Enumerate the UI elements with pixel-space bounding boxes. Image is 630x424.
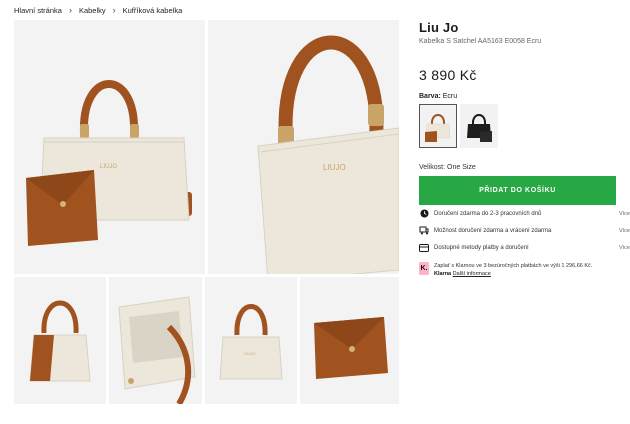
feature-delivery-text: Doručení zdarma do 2-3 pracovních dnů bbox=[434, 210, 542, 217]
return-icon bbox=[419, 226, 429, 236]
bag-logo: LIUJO bbox=[100, 164, 117, 170]
klarna-more-link[interactable]: Další informace bbox=[453, 271, 491, 277]
add-to-cart-button[interactable]: PŘIDAT DO KOŠÍKU bbox=[419, 176, 616, 205]
product-image-closeup[interactable]: LIUJO bbox=[208, 20, 399, 274]
size-row: Velikost: One Size bbox=[419, 164, 630, 171]
color-swatches bbox=[419, 104, 630, 148]
breadcrumb-handbags[interactable]: Kabelky bbox=[79, 6, 106, 15]
wallet-image bbox=[314, 317, 388, 379]
swatch-ecru-image bbox=[425, 114, 451, 142]
feature-returns-text: Možnost doručení zdarma a vrácení zdarma bbox=[434, 227, 552, 234]
klarna-brand: Klarna bbox=[434, 271, 452, 277]
size-label: Velikost: bbox=[419, 164, 446, 171]
product-thumbnail-back[interactable]: LIUJO bbox=[205, 277, 297, 404]
breadcrumb: Hlavní stránka › Kabelky › Kufříková kab… bbox=[14, 3, 182, 17]
product-price: 3 890 Kč bbox=[419, 67, 477, 83]
chevron-right-icon: › bbox=[68, 4, 72, 15]
feature-delivery: Doručení zdarma do 2-3 pracovních dnů Ví… bbox=[419, 205, 630, 222]
feature-returns-more-link[interactable]: Více bbox=[619, 228, 630, 234]
breadcrumb-home[interactable]: Hlavní stránka bbox=[14, 6, 62, 15]
klarna-banner: K. Zaplať s Klarnou ve 3 bezúročných pla… bbox=[419, 262, 630, 278]
bag-logo: LIUJO bbox=[244, 351, 255, 356]
bag-logo: LIUJO bbox=[323, 163, 346, 172]
bag-interior-image bbox=[118, 296, 196, 404]
swatch-ecru[interactable] bbox=[419, 104, 457, 148]
product-brand[interactable]: Liu Jo bbox=[419, 20, 630, 35]
klarna-logo-icon: K. bbox=[419, 262, 429, 275]
product-thumbnail-side[interactable] bbox=[14, 277, 106, 404]
feature-returns: Možnost doručení zdarma a vrácení zdarma… bbox=[419, 222, 630, 239]
clock-icon bbox=[419, 209, 429, 219]
klarna-text: Zaplať s Klarnou ve 3 bezúročných platbá… bbox=[434, 263, 593, 269]
color-label: Barva: bbox=[419, 93, 441, 100]
bag-side-image bbox=[29, 300, 91, 382]
product-name: Kabelka S Satchel AA5163 E0058 Ecru bbox=[419, 38, 542, 45]
product-thumbnail-interior[interactable] bbox=[109, 277, 202, 404]
feature-payment-more-link[interactable]: Více bbox=[619, 245, 630, 251]
chevron-right-icon: › bbox=[112, 4, 116, 15]
swatch-black-image bbox=[467, 114, 492, 142]
product-image-main[interactable]: LIUJO bbox=[14, 20, 205, 274]
bag-closeup-image: LIUJO bbox=[257, 35, 399, 274]
size-value: One Size bbox=[447, 164, 476, 171]
product-info: Liu Jo Kabelka S Satchel AA5163 E0058 Ec… bbox=[419, 20, 630, 278]
feature-payment-text: Dostupné metody platby a doručení bbox=[434, 244, 529, 251]
color-row: Barva: Ecru bbox=[419, 93, 630, 100]
feature-payment: Dostupné metody platby a doručení Více bbox=[419, 239, 630, 256]
color-value: Ecru bbox=[442, 93, 458, 100]
swatch-black[interactable] bbox=[460, 104, 498, 148]
product-thumbnail-wallet[interactable] bbox=[300, 277, 399, 404]
breadcrumb-current[interactable]: Kufříková kabelka bbox=[123, 6, 183, 15]
bag-back-image: LIUJO bbox=[219, 304, 283, 380]
bag-front-image: LIUJO bbox=[26, 80, 192, 246]
feature-delivery-more-link[interactable]: Více bbox=[619, 211, 630, 217]
card-icon bbox=[419, 243, 429, 253]
